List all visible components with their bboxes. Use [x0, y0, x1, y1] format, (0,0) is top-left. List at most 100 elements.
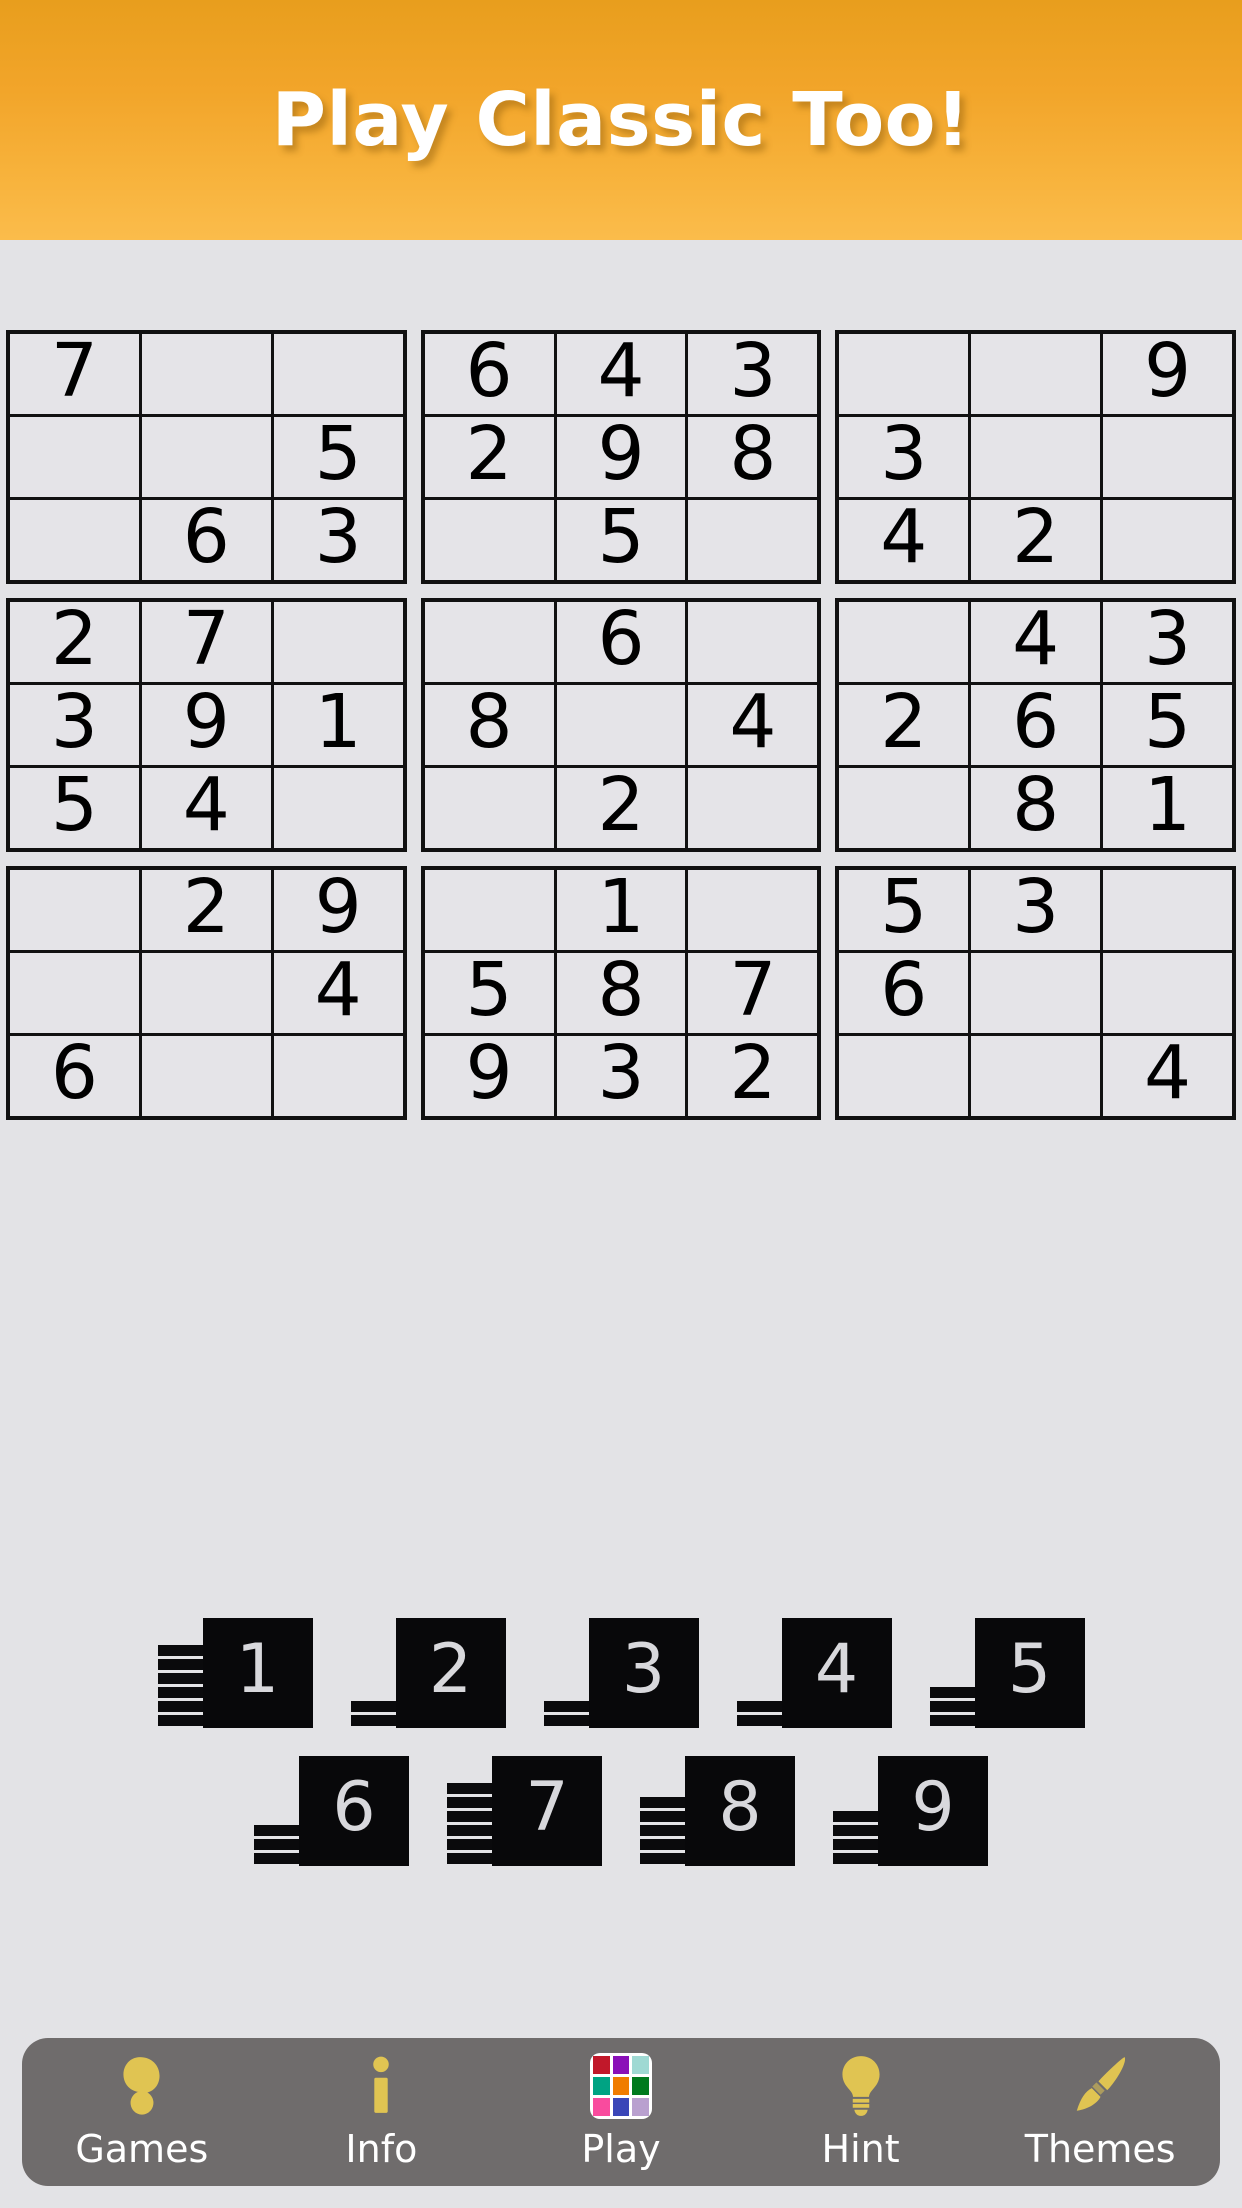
sudoku-cell[interactable]	[10, 953, 139, 1033]
sudoku-cell[interactable]	[1103, 870, 1232, 950]
sudoku-cell[interactable]	[688, 768, 818, 848]
sudoku-cell[interactable]	[1103, 417, 1232, 497]
sudoku-cell[interactable]: 9	[273, 870, 403, 950]
sudoku-cell[interactable]: 2	[971, 500, 1101, 580]
sudoku-cell[interactable]: 7	[10, 334, 139, 414]
sudoku-cell[interactable]: 4	[273, 953, 403, 1033]
sudoku-cell[interactable]	[688, 602, 818, 682]
play-grid-tile	[632, 2056, 649, 2074]
number-key-7[interactable]: 7	[447, 1746, 602, 1866]
box-bottom-right: 536 4	[835, 866, 1236, 1120]
sudoku-cell[interactable]: 6	[971, 685, 1101, 765]
sudoku-cell[interactable]	[141, 417, 271, 497]
sudoku-cell[interactable]: 2	[688, 1036, 818, 1116]
sudoku-cell[interactable]: 6	[424, 334, 554, 414]
sudoku-cell[interactable]	[971, 953, 1101, 1033]
sudoku-cell[interactable]: 2	[424, 417, 554, 497]
sudoku-cell[interactable]: 3	[273, 500, 403, 580]
sudoku-cell[interactable]: 1	[273, 685, 403, 765]
sudoku-cell[interactable]: 4	[839, 500, 969, 580]
remaining-count-bars	[157, 1645, 205, 1728]
sudoku-cell[interactable]: 3	[839, 417, 969, 497]
sudoku-cell[interactable]: 9	[1103, 334, 1232, 414]
number-key-8[interactable]: 8	[640, 1746, 795, 1866]
nav-item-hint[interactable]: Hint	[741, 2038, 981, 2186]
sudoku-cell[interactable]	[273, 602, 403, 682]
number-key-1[interactable]: 1	[157, 1608, 313, 1728]
sudoku-cell[interactable]: 3	[688, 334, 818, 414]
sudoku-cell[interactable]: 5	[10, 768, 139, 848]
sudoku-cell[interactable]: 7	[141, 602, 271, 682]
sudoku-cell[interactable]	[10, 417, 139, 497]
number-key-3[interactable]: 3	[543, 1608, 699, 1728]
sudoku-cell[interactable]	[556, 685, 686, 765]
sudoku-cell[interactable]: 5	[424, 953, 554, 1033]
sudoku-cell[interactable]: 3	[971, 870, 1101, 950]
sudoku-cell[interactable]: 7	[688, 953, 818, 1033]
sudoku-cell[interactable]: 2	[10, 602, 139, 682]
sudoku-cell[interactable]: 6	[141, 500, 271, 580]
sudoku-cell[interactable]: 6	[10, 1036, 139, 1116]
sudoku-cell[interactable]	[1103, 500, 1232, 580]
sudoku-cell[interactable]	[141, 953, 271, 1033]
sudoku-cell[interactable]: 2	[839, 685, 969, 765]
sudoku-cell[interactable]: 5	[273, 417, 403, 497]
sudoku-cell[interactable]: 3	[1103, 602, 1232, 682]
sudoku-cell[interactable]	[424, 500, 554, 580]
sudoku-cell[interactable]	[971, 334, 1101, 414]
sudoku-cell[interactable]	[273, 768, 403, 848]
number-key-9[interactable]: 9	[833, 1746, 988, 1866]
nav-item-play[interactable]: Play	[501, 2038, 741, 2186]
sudoku-cell[interactable]: 8	[424, 685, 554, 765]
sudoku-cell[interactable]: 2	[556, 768, 686, 848]
sudoku-cell[interactable]: 9	[556, 417, 686, 497]
sudoku-cell[interactable]: 8	[688, 417, 818, 497]
sudoku-cell[interactable]: 4	[1103, 1036, 1232, 1116]
sudoku-cell[interactable]: 4	[971, 602, 1101, 682]
sudoku-cell[interactable]	[688, 500, 818, 580]
sudoku-cell[interactable]	[839, 768, 969, 848]
sudoku-cell[interactable]	[141, 1036, 271, 1116]
sudoku-cell[interactable]	[688, 870, 818, 950]
sudoku-cell[interactable]	[839, 334, 969, 414]
sudoku-cell[interactable]	[10, 500, 139, 580]
sudoku-cell[interactable]: 6	[839, 953, 969, 1033]
nav-item-themes[interactable]: Themes	[980, 2038, 1220, 2186]
sudoku-cell[interactable]	[424, 870, 554, 950]
number-key-4[interactable]: 4	[736, 1608, 892, 1728]
nav-item-games[interactable]: Games	[22, 2038, 262, 2186]
sudoku-cell[interactable]: 8	[971, 768, 1101, 848]
number-key-2[interactable]: 2	[350, 1608, 506, 1728]
sudoku-cell[interactable]: 3	[10, 685, 139, 765]
sudoku-cell[interactable]	[10, 870, 139, 950]
sudoku-cell[interactable]	[971, 1036, 1101, 1116]
sudoku-cell[interactable]: 3	[556, 1036, 686, 1116]
sudoku-cell[interactable]: 9	[424, 1036, 554, 1116]
sudoku-cell[interactable]	[273, 1036, 403, 1116]
number-key-6[interactable]: 6	[254, 1746, 409, 1866]
sudoku-cell[interactable]: 2	[141, 870, 271, 950]
sudoku-cell[interactable]	[839, 1036, 969, 1116]
sudoku-cell[interactable]: 8	[556, 953, 686, 1033]
sudoku-cell[interactable]: 9	[141, 685, 271, 765]
sudoku-board[interactable]: 7563643298593422739154684243265812946158…	[6, 330, 1236, 1120]
sudoku-cell[interactable]: 1	[556, 870, 686, 950]
sudoku-cell[interactable]	[1103, 953, 1232, 1033]
nav-item-info[interactable]: Info	[262, 2038, 502, 2186]
sudoku-cell[interactable]: 1	[1103, 768, 1232, 848]
sudoku-cell[interactable]	[273, 334, 403, 414]
sudoku-cell[interactable]: 4	[556, 334, 686, 414]
sudoku-cell[interactable]: 5	[1103, 685, 1232, 765]
sudoku-cell[interactable]: 6	[556, 602, 686, 682]
sudoku-cell[interactable]: 5	[839, 870, 969, 950]
sudoku-cell[interactable]: 4	[688, 685, 818, 765]
sudoku-cell[interactable]: 5	[556, 500, 686, 580]
sudoku-cell[interactable]	[424, 602, 554, 682]
sudoku-cell[interactable]	[141, 334, 271, 414]
sudoku-cell[interactable]	[839, 602, 969, 682]
sudoku-cell[interactable]	[424, 768, 554, 848]
sudoku-cell[interactable]	[971, 417, 1101, 497]
number-key-5[interactable]: 5	[929, 1608, 1085, 1728]
promo-banner[interactable]: Play Classic Too!	[0, 0, 1242, 240]
sudoku-cell[interactable]: 4	[141, 768, 271, 848]
